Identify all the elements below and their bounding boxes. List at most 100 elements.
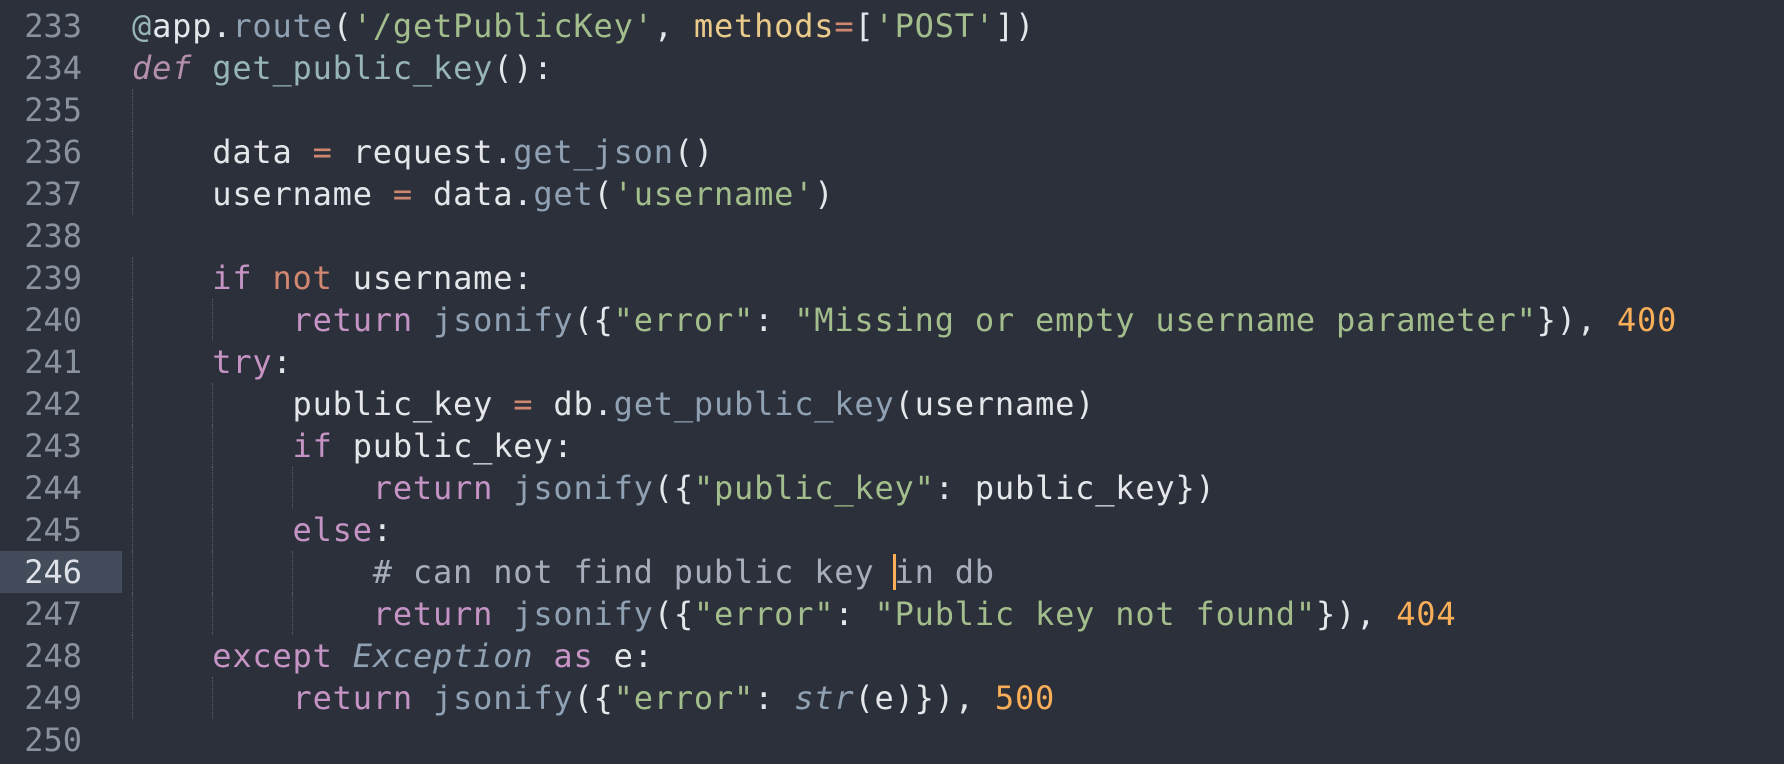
code-text: username = data.get('username') — [132, 173, 834, 215]
code-line[interactable]: 250 — [0, 719, 1784, 761]
line-number: 248 — [24, 637, 82, 675]
code-token: try — [212, 343, 273, 381]
code-token: ({ — [653, 469, 694, 507]
code-token: username: — [332, 259, 534, 297]
code-token: , — [653, 7, 694, 45]
indent-guide — [292, 467, 294, 509]
code-text: def get_public_key(): — [132, 47, 553, 89]
indent-guide — [132, 425, 133, 467]
code-line[interactable]: 238 — [0, 215, 1784, 257]
code-line[interactable]: 234 def get_public_key(): — [0, 47, 1784, 89]
indent-guide — [132, 257, 133, 299]
code-line[interactable]: 237 username = data.get('username') — [0, 173, 1784, 215]
code-token: public_key — [292, 385, 514, 423]
indent-guide — [132, 173, 133, 215]
line-number: 233 — [24, 7, 82, 45]
code-token: get_public_key — [613, 385, 895, 423]
code-token: if — [292, 427, 333, 465]
code-text: return jsonify({"public_key": public_key… — [132, 467, 1216, 509]
code-line[interactable]: 243 if public_key: — [0, 425, 1784, 467]
code-token: e: — [593, 637, 654, 675]
code-token: route — [232, 7, 333, 45]
code-line[interactable]: 235 — [0, 89, 1784, 131]
code-token: methods — [693, 7, 835, 45]
code-text: @app.route('/getPublicKey', methods=['PO… — [132, 5, 1035, 47]
code-token: return — [372, 595, 494, 633]
indent-guide — [132, 467, 133, 509]
code-text: return jsonify({"error": "Missing or emp… — [132, 299, 1677, 341]
code-token: str — [794, 679, 855, 717]
indent-guide — [212, 467, 214, 509]
code-token: data — [212, 133, 313, 171]
code-token: ]) — [994, 7, 1036, 45]
code-line[interactable]: 241 try: — [0, 341, 1784, 383]
code-text: data = request.get_json() — [132, 131, 714, 173]
indent-guide — [132, 89, 133, 131]
code-token: if — [212, 259, 253, 297]
code-token: "error" — [613, 679, 755, 717]
code-token: app — [152, 7, 213, 45]
code-token: ({ — [573, 301, 614, 339]
code-text: except Exception as e: — [132, 635, 654, 677]
line-number: 239 — [24, 259, 82, 297]
line-number: 240 — [24, 301, 82, 339]
indent-guide — [132, 383, 133, 425]
code-line[interactable]: 236 data = request.get_json() — [0, 131, 1784, 173]
indent-guide — [212, 383, 214, 425]
code-line[interactable]: 240 return jsonify({"error": "Missing or… — [0, 299, 1784, 341]
line-number: 243 — [24, 427, 82, 465]
code-text: # can not find public key in db — [132, 551, 995, 593]
code-line[interactable]: 242 public_key = db.get_public_key(usern… — [0, 383, 1784, 425]
indent-guide — [132, 593, 133, 635]
indent-guide — [212, 593, 214, 635]
code-token: ({ — [573, 679, 614, 717]
code-token: return — [372, 469, 494, 507]
code-line[interactable]: 244 return jsonify({"public_key": public… — [0, 467, 1784, 509]
code-token: () — [673, 133, 714, 171]
code-line[interactable]: 239 if not username: — [0, 257, 1784, 299]
code-token: [ — [854, 7, 875, 45]
code-text: try: — [132, 341, 293, 383]
line-number: 244 — [24, 469, 82, 507]
code-token: get — [533, 175, 594, 213]
code-line[interactable]: 247 return jsonify({"error": "Public key… — [0, 593, 1784, 635]
code-line[interactable]: 245 else: — [0, 509, 1784, 551]
code-text: return jsonify({"error": "Public key not… — [132, 593, 1456, 635]
code-token: (e)}), — [854, 679, 995, 717]
code-line[interactable]: 233 @app.route('/getPublicKey', methods=[… — [0, 5, 1784, 47]
code-token: except — [212, 637, 333, 675]
line-number: 234 — [24, 49, 82, 87]
code-token: ( — [593, 175, 614, 213]
code-token: : — [272, 343, 293, 381]
line-number: 245 — [24, 511, 82, 549]
code-line[interactable]: 246 # can not find public key in db — [0, 551, 1784, 593]
code-line[interactable]: 248 except Exception as e: — [0, 635, 1784, 677]
code-token: data — [412, 175, 514, 213]
code-token: public_key: — [332, 427, 574, 465]
code-token: 400 — [1616, 301, 1678, 339]
code-token: 'POST' — [874, 7, 995, 45]
line-number: 238 — [24, 217, 82, 255]
line-number: 242 — [24, 385, 82, 423]
indent-guide — [132, 551, 133, 593]
line-number: 246 — [24, 553, 82, 591]
code-token: : — [834, 595, 875, 633]
code-token: = — [513, 385, 534, 423]
code-token: jsonify — [433, 301, 574, 339]
code-token: 404 — [1396, 595, 1457, 633]
code-line[interactable]: 249 return jsonify({"error": str(e)}), 5… — [0, 677, 1784, 719]
text-cursor — [893, 554, 897, 590]
code-editor[interactable]: 233 @app.route('/getPublicKey', methods=[… — [0, 0, 1784, 764]
code-token: . — [513, 175, 534, 213]
code-text: if not username: — [132, 257, 533, 299]
line-number: 236 — [24, 133, 82, 171]
code-text: if public_key: — [132, 425, 573, 467]
code-token: ({ — [653, 595, 694, 633]
code-token: "public_key" — [693, 469, 935, 507]
